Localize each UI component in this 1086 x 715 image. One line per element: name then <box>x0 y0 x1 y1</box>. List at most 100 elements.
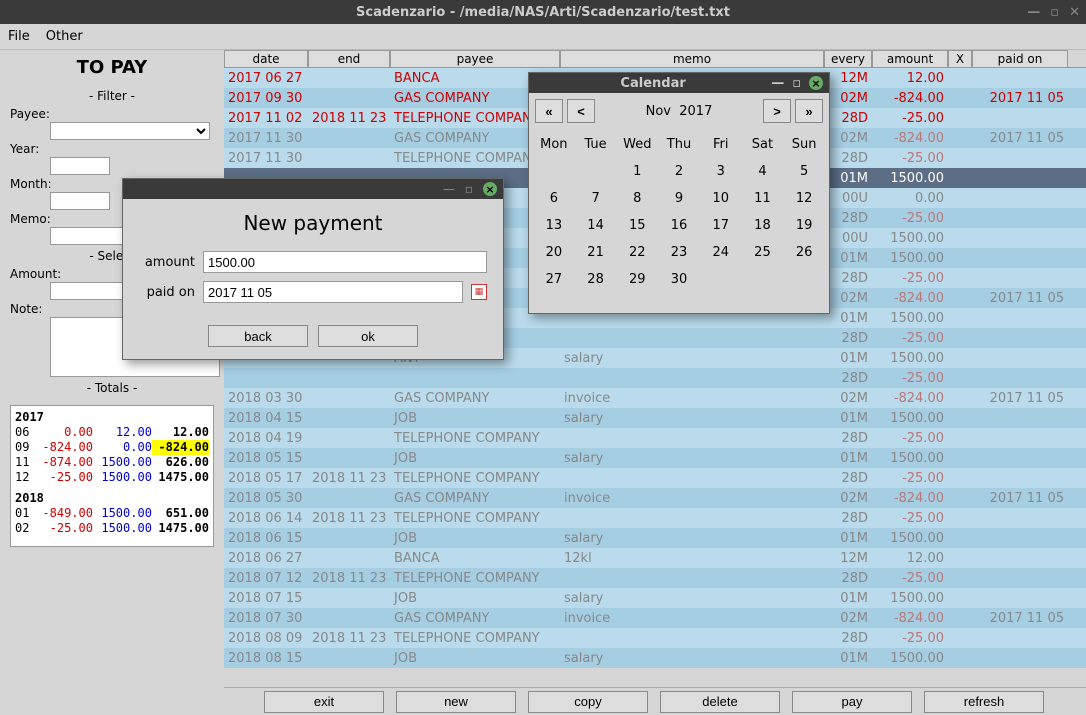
calendar-day-name: Sun <box>783 131 825 158</box>
calendar-day-cell[interactable]: 12 <box>783 185 825 212</box>
calendar-day-cell[interactable]: 24 <box>700 239 742 266</box>
newpay-paidon-input[interactable] <box>203 281 463 303</box>
table-row[interactable]: 2018 06 142018 11 23TELEPHONE COMPANY28D… <box>224 508 1086 528</box>
th-payee[interactable]: payee <box>390 50 560 67</box>
table-row[interactable]: 2018 08 15JOBsalary01M1500.00 <box>224 648 1086 668</box>
calendar-close-icon[interactable]: × <box>809 76 823 90</box>
table-row[interactable]: 2018 03 30GAS COMPANYinvoice02M-824.0020… <box>224 388 1086 408</box>
calendar-day-cell[interactable]: 3 <box>700 158 742 185</box>
th-end[interactable]: end <box>308 50 390 67</box>
calendar-first-button[interactable]: « <box>535 99 563 123</box>
newpay-amount-input[interactable] <box>203 251 487 273</box>
calendar-day-cell[interactable]: 13 <box>533 212 575 239</box>
calendar-day-cell[interactable]: 9 <box>658 185 700 212</box>
menubar: File Other <box>0 24 1086 50</box>
calendar-day-cell[interactable]: 2 <box>658 158 700 185</box>
calendar-day-cell[interactable]: 26 <box>783 239 825 266</box>
calendar-day-cell[interactable]: 1 <box>616 158 658 185</box>
th-memo[interactable]: memo <box>560 50 824 67</box>
menu-other[interactable]: Other <box>46 29 83 44</box>
delete-button[interactable]: delete <box>660 691 780 713</box>
newpay-back-button[interactable]: back <box>208 325 308 347</box>
calendar-day-cell <box>742 266 784 293</box>
calendar-day-name: Fri <box>700 131 742 158</box>
table-row[interactable]: 2018 06 15JOBsalary01M1500.00 <box>224 528 1086 548</box>
calendar-day-cell[interactable]: 29 <box>616 266 658 293</box>
topay-title: TO PAY <box>10 54 214 81</box>
table-row[interactable]: 2018 04 19TELEPHONE COMPANY28D-25.00 <box>224 428 1086 448</box>
table-row[interactable]: 2018 08 092018 11 23TELEPHONE COMPANY28D… <box>224 628 1086 648</box>
calendar-day-name: Tue <box>575 131 617 158</box>
table-row[interactable]: 2018 04 15JOBsalary01M1500.00 <box>224 408 1086 428</box>
newpay-close-icon[interactable]: × <box>483 182 497 196</box>
calendar-day-cell[interactable]: 30 <box>658 266 700 293</box>
calendar-day-cell[interactable]: 5 <box>783 158 825 185</box>
table-header: date end payee memo every amount X paid … <box>224 50 1086 68</box>
newpay-paidon-label: paid on <box>139 285 195 300</box>
calendar-next-button[interactable]: > <box>763 99 791 123</box>
exit-button[interactable]: exit <box>264 691 384 713</box>
calendar-day-cell[interactable]: 6 <box>533 185 575 212</box>
window-maximize-icon[interactable]: ▫ <box>1050 5 1059 20</box>
calendar-day-cell[interactable]: 10 <box>700 185 742 212</box>
refresh-button[interactable]: refresh <box>924 691 1044 713</box>
payee-select[interactable] <box>50 122 210 140</box>
calendar-day-cell[interactable]: 4 <box>742 158 784 185</box>
window-minimize-icon[interactable]: — <box>1027 5 1040 20</box>
calendar-minimize-icon[interactable]: — <box>771 76 784 91</box>
calendar-day-cell[interactable]: 25 <box>742 239 784 266</box>
newpay-amount-label: amount <box>139 255 195 270</box>
calendar-day-cell[interactable]: 17 <box>700 212 742 239</box>
calendar-day-cell[interactable]: 18 <box>742 212 784 239</box>
table-row[interactable]: 2018 06 27BANCA12kl12M12.00 <box>224 548 1086 568</box>
pay-button[interactable]: pay <box>792 691 912 713</box>
calendar-month-year: Nov 2017 <box>599 104 759 119</box>
table-row[interactable]: 2018 07 122018 11 23TELEPHONE COMPANY28D… <box>224 568 1086 588</box>
calendar-day-cell[interactable]: 19 <box>783 212 825 239</box>
th-paidon[interactable]: paid on <box>972 50 1068 67</box>
menu-file[interactable]: File <box>8 29 30 44</box>
table-row[interactable]: 2018 07 15JOBsalary01M1500.00 <box>224 588 1086 608</box>
calendar-titlebar[interactable]: Calendar — ▫ × <box>529 73 829 93</box>
filter-section-label: - Filter - <box>10 87 214 105</box>
totals-section-label: - Totals - <box>10 379 214 397</box>
calendar-day-cell[interactable]: 14 <box>575 212 617 239</box>
table-row[interactable]: 28D-25.00 <box>224 368 1086 388</box>
calendar-day-cell[interactable]: 23 <box>658 239 700 266</box>
th-amount[interactable]: amount <box>872 50 948 67</box>
table-row[interactable]: 2018 05 172018 11 23TELEPHONE COMPANY28D… <box>224 468 1086 488</box>
year-label: Year: <box>10 142 214 156</box>
th-every[interactable]: every <box>824 50 872 67</box>
new-button[interactable]: new <box>396 691 516 713</box>
month-input[interactable] <box>50 192 110 210</box>
calendar-day-cell[interactable]: 8 <box>616 185 658 212</box>
newpay-titlebar[interactable]: — ▫ × <box>123 179 503 199</box>
newpay-ok-button[interactable]: ok <box>318 325 418 347</box>
calendar-maximize-icon[interactable]: ▫ <box>792 76 801 91</box>
window-close-icon[interactable]: ✕ <box>1069 5 1080 20</box>
calendar-day-cell[interactable]: 15 <box>616 212 658 239</box>
calendar-day-cell[interactable]: 27 <box>533 266 575 293</box>
calendar-day-cell[interactable]: 20 <box>533 239 575 266</box>
newpay-maximize-icon[interactable]: ▫ <box>465 182 473 196</box>
table-row[interactable]: 2018 05 15JOBsalary01M1500.00 <box>224 448 1086 468</box>
calendar-day-cell[interactable]: 22 <box>616 239 658 266</box>
calendar-day-name: Thu <box>658 131 700 158</box>
table-row[interactable]: 2018 07 30GAS COMPANYinvoice02M-824.0020… <box>224 608 1086 628</box>
th-date[interactable]: date <box>224 50 308 67</box>
calendar-day-cell[interactable]: 7 <box>575 185 617 212</box>
calendar-picker-icon[interactable]: ▦ <box>471 284 487 300</box>
copy-button[interactable]: copy <box>528 691 648 713</box>
calendar-day-cell[interactable]: 11 <box>742 185 784 212</box>
newpay-minimize-icon[interactable]: — <box>443 182 455 196</box>
calendar-last-button[interactable]: » <box>795 99 823 123</box>
table-row[interactable]: 2018 05 30GAS COMPANYinvoice02M-824.0020… <box>224 488 1086 508</box>
calendar-day-cell[interactable]: 28 <box>575 266 617 293</box>
calendar-day-cell <box>700 266 742 293</box>
year-input[interactable] <box>50 157 110 175</box>
calendar-prev-button[interactable]: < <box>567 99 595 123</box>
calendar-day-cell[interactable]: 16 <box>658 212 700 239</box>
th-x[interactable]: X <box>948 50 972 67</box>
calendar-day-cell[interactable]: 21 <box>575 239 617 266</box>
calendar-day-header: MonTueWedThuFriSatSun <box>533 131 825 158</box>
